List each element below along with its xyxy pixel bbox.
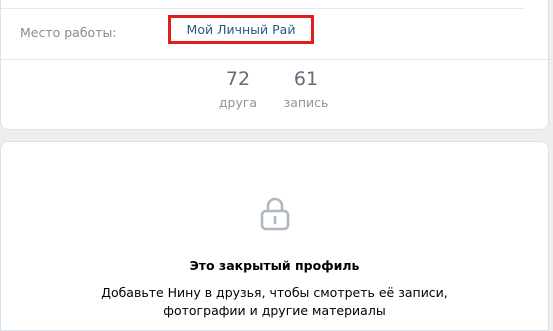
counter-friends[interactable]: 72 друга: [203, 60, 273, 118]
work-value-link[interactable]: Мой Личный Рай: [187, 22, 296, 37]
counter-friends-value: 72: [225, 68, 251, 90]
work-label: Место работы:: [20, 25, 117, 40]
closed-profile-card: Это закрытый профиль Добавьте Нину в дру…: [0, 141, 549, 331]
profile-info-card: Место работы: Мой Личный Рай 72 друга 61…: [0, 0, 549, 130]
lock-icon: [260, 197, 290, 231]
closed-profile-title: Это закрытый профиль: [189, 258, 360, 273]
profile-counters: 72 друга 61 запись: [1, 60, 548, 130]
counter-posts-value: 61: [293, 68, 319, 90]
work-info-row: Место работы: Мой Личный Рай: [1, 8, 548, 60]
counter-posts-label: запись: [283, 95, 329, 110]
work-value-highlight: Мой Личный Рай: [168, 15, 314, 44]
closed-profile-description: Добавьте Нину в друзья, чтобы смотреть е…: [1, 284, 548, 320]
closed-profile-description-line1: Добавьте Нину в друзья, чтобы смотреть е…: [101, 285, 448, 300]
counter-friends-label: друга: [218, 95, 258, 110]
closed-profile-description-line2: фотографии и другие материалы: [163, 303, 386, 318]
counter-posts[interactable]: 61 запись: [271, 60, 341, 118]
